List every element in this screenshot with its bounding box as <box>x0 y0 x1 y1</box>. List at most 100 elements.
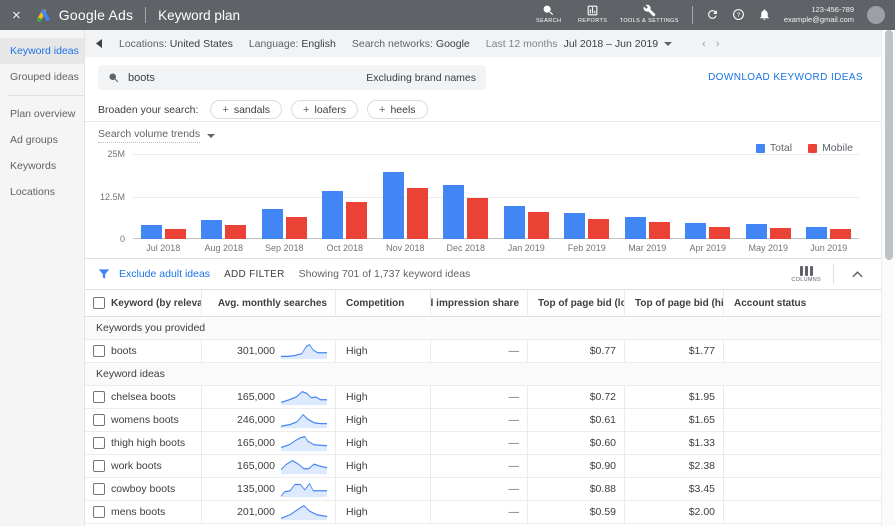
setting-value: United States <box>169 37 233 50</box>
row-checkbox[interactable] <box>93 460 105 472</box>
filter-icon[interactable] <box>97 267 111 281</box>
legend-item-mobile[interactable]: Mobile <box>808 142 853 154</box>
column-header-avg-monthly-searches[interactable]: Avg. monthly searches <box>201 290 335 316</box>
bar-mobile <box>830 228 852 239</box>
avatar[interactable] <box>867 5 885 24</box>
scrollbar-track[interactable] <box>881 30 895 526</box>
exclude-adult-ideas-link[interactable]: Exclude adult ideas <box>119 268 210 280</box>
broaden-chip-loafers[interactable]: + loafers <box>291 100 358 119</box>
column-header-checkbox <box>85 290 111 316</box>
setting-searchnetworks[interactable]: Search networks: Google <box>352 38 470 50</box>
columns-label: COLUMNS <box>791 276 821 283</box>
download-keyword-ideas-link[interactable]: DOWNLOAD KEYWORD IDEAS <box>708 72 863 83</box>
y-axis-tick-125M: 12.5M <box>99 191 125 202</box>
competition-cell: High <box>335 386 430 408</box>
notifications-button[interactable] <box>758 8 771 21</box>
row-checkbox-cell <box>85 340 111 362</box>
search-trend-sparkline <box>281 390 327 406</box>
keyword-text: boots <box>111 345 137 357</box>
setting-locations[interactable]: Locations: United States <box>119 38 233 50</box>
bid-high-cell: $3.45 <box>624 478 723 500</box>
scrollbar-thumb[interactable] <box>885 30 893 260</box>
row-checkbox[interactable] <box>93 414 105 426</box>
row-checkbox[interactable] <box>93 506 105 518</box>
bar-group-jul-2018 <box>133 154 194 239</box>
column-header-label: Top of page bid (low range) <box>538 297 624 309</box>
bid-low-value: $0.61 <box>589 414 616 426</box>
row-checkbox-cell <box>85 478 111 500</box>
row-checkbox[interactable] <box>93 345 105 357</box>
table-row: womens boots 246,000 High — $0.61 $1.65 <box>85 409 881 432</box>
bell-icon <box>760 9 769 21</box>
row-checkbox[interactable] <box>93 437 105 449</box>
bid-low-cell: $0.61 <box>527 409 624 431</box>
setting-value: English <box>301 37 336 50</box>
bid-low-value: $0.88 <box>589 483 616 495</box>
column-header-label: Competition <box>346 297 405 309</box>
row-checkbox[interactable] <box>93 391 105 403</box>
sidebar-item-ad-groups[interactable]: Ad groups <box>0 127 84 153</box>
avg-monthly-searches-cell: 135,000 <box>201 478 335 500</box>
legend-label: Mobile <box>822 142 853 154</box>
column-header-ad-impression-share[interactable]: Ad impression share <box>430 290 527 316</box>
topbar-nav-search[interactable]: SEARCH <box>532 4 566 25</box>
keyword-text: mens boots <box>111 506 166 518</box>
date-range-selector[interactable]: Last 12 months Jul 2018 – Jun 2019 <box>486 38 673 50</box>
collapse-table-button[interactable] <box>846 270 869 278</box>
avg-monthly-searches-cell: 301,000 <box>201 340 335 362</box>
sidebar-item-plan-overview[interactable]: Plan overview <box>0 101 84 127</box>
searches-value: 301,000 <box>237 345 275 357</box>
refresh-button[interactable] <box>706 8 719 21</box>
account-status-cell <box>723 501 881 523</box>
column-header-top-of-page-bid-high-range-[interactable]: Top of page bid (high range) <box>624 290 723 316</box>
column-header-competition[interactable]: Competition <box>335 290 430 316</box>
top-app-bar: × Google Ads Keyword plan SEARCH REPORTS T… <box>0 0 895 30</box>
sidebar-item-grouped-ideas[interactable]: Grouped ideas <box>0 64 84 90</box>
keyword-search-input[interactable]: boots Excluding brand names <box>98 65 486 90</box>
competition-value: High <box>346 483 368 495</box>
column-header-account-status[interactable]: Account status <box>723 290 881 316</box>
date-prev-button[interactable]: ‹ <box>702 38 706 50</box>
table-toolbar: Exclude adult ideas ADD FILTER Showing 7… <box>85 259 881 290</box>
section-header-keyword-ideas: Keyword ideas <box>85 363 881 386</box>
date-next-button[interactable]: › <box>716 38 720 50</box>
close-icon[interactable]: × <box>12 8 21 23</box>
bid-low-value: $0.90 <box>589 460 616 472</box>
legend-swatch-mobile <box>808 143 818 153</box>
help-button[interactable]: ? <box>732 8 745 21</box>
brand-filter-label[interactable]: Excluding brand names <box>366 72 476 84</box>
avg-monthly-searches-cell: 165,000 <box>201 455 335 477</box>
sidebar-item-keyword-ideas[interactable]: Keyword ideas <box>0 38 84 64</box>
search-icon <box>543 6 554 16</box>
topbar-nav-tools-settings[interactable]: TOOLS & SETTINGS <box>620 4 679 25</box>
setting-language[interactable]: Language: English <box>249 38 336 50</box>
bid-low-cell: $0.72 <box>527 386 624 408</box>
search-trend-sparkline <box>281 482 327 498</box>
chart-title: Search volume trends <box>98 128 201 143</box>
sidebar-item-keywords[interactable]: Keywords <box>0 153 84 179</box>
bar-total <box>322 191 344 239</box>
select-all-checkbox[interactable] <box>93 297 105 309</box>
ad-impression-share-cell: — <box>430 478 527 500</box>
bar-total <box>261 209 283 239</box>
column-header-keyword-by-relevance-[interactable]: Keyword (by relevance)↓ <box>111 290 201 316</box>
sidebar-item-locations[interactable]: Locations <box>0 179 84 205</box>
column-header-top-of-page-bid-low-range-[interactable]: Top of page bid (low range) <box>527 290 624 316</box>
refresh-icon <box>708 10 717 20</box>
competition-cell: High <box>335 340 430 362</box>
topbar-nav-reports[interactable]: REPORTS <box>576 4 610 25</box>
ad-impression-share-cell: — <box>430 340 527 362</box>
broaden-chip-sandals[interactable]: + sandals <box>210 100 283 119</box>
broaden-chip-heels[interactable]: + heels <box>367 100 428 119</box>
columns-button[interactable]: COLUMNS <box>791 265 821 283</box>
account-info[interactable]: 123-456-789 example@gmail.com <box>784 5 854 25</box>
collapse-panel-button[interactable] <box>95 39 103 48</box>
add-filter-button[interactable]: ADD FILTER <box>224 269 285 280</box>
bid-low-cell: $0.59 <box>527 501 624 523</box>
searches-value: 135,000 <box>237 483 275 495</box>
row-checkbox-cell <box>85 409 111 431</box>
chart-metric-selector[interactable]: Search volume trends <box>85 128 881 143</box>
search-query: boots <box>128 71 155 84</box>
row-checkbox[interactable] <box>93 483 105 495</box>
legend-item-total[interactable]: Total <box>755 142 792 154</box>
